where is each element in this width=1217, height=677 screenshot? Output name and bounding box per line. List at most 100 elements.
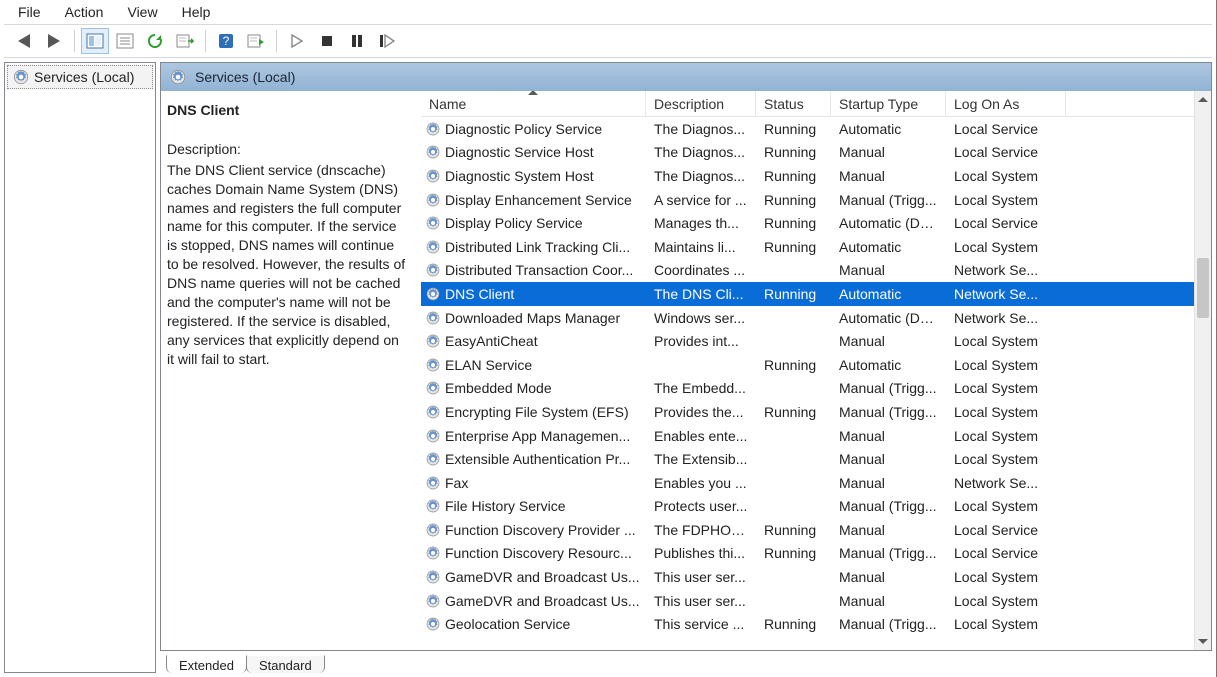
start-service-button[interactable] — [283, 28, 311, 54]
service-logon: Local Service — [946, 522, 1066, 538]
gear-icon — [425, 404, 441, 420]
service-row[interactable]: Distributed Link Tracking Cli...Maintain… — [421, 235, 1194, 259]
service-row[interactable]: Geolocation ServiceThis service ...Runni… — [421, 612, 1194, 636]
service-startup: Manual (Trigg... — [831, 545, 946, 561]
service-row[interactable]: GameDVR and Broadcast Us...This user ser… — [421, 589, 1194, 613]
service-startup: Manual — [831, 451, 946, 467]
service-row[interactable]: Diagnostic System HostThe Diagnos...Runn… — [421, 164, 1194, 188]
column-header-label: Name — [429, 96, 466, 112]
pause-icon — [351, 34, 363, 48]
export-list-button[interactable] — [171, 28, 199, 54]
services-list[interactable]: Name Description Status Startup Type Log… — [421, 91, 1194, 650]
help-icon: ? — [218, 33, 234, 49]
column-header-log-on-as[interactable]: Log On As — [946, 91, 1066, 116]
service-row[interactable]: File History ServiceProtects user...Manu… — [421, 495, 1194, 519]
tree-node-services-local[interactable]: Services (Local) — [7, 65, 153, 89]
service-row[interactable]: DNS ClientThe DNS Cli...RunningAutomatic… — [421, 282, 1194, 306]
panel-icon — [86, 33, 104, 49]
service-row[interactable]: GameDVR and Broadcast Us...This user ser… — [421, 565, 1194, 589]
service-name: Display Policy Service — [445, 215, 583, 231]
service-row[interactable]: Extensible Authentication Pr...The Exten… — [421, 447, 1194, 471]
service-startup: Manual — [831, 569, 946, 585]
gear-icon — [425, 545, 441, 561]
tree-node-label: Services (Local) — [34, 69, 134, 85]
gear-icon — [425, 428, 441, 444]
tab-extended[interactable]: Extended — [166, 655, 247, 673]
service-name: Diagnostic Service Host — [445, 144, 594, 160]
service-logon: Local System — [946, 168, 1066, 184]
service-row[interactable]: Distributed Transaction Coor...Coordinat… — [421, 259, 1194, 283]
service-row[interactable]: Display Policy ServiceManages th...Runni… — [421, 211, 1194, 235]
description-text: The DNS Client service (dnscache) caches… — [167, 161, 409, 369]
pause-service-button[interactable] — [343, 28, 371, 54]
service-description: Windows ser... — [646, 310, 756, 326]
stop-service-button[interactable] — [313, 28, 341, 54]
service-row[interactable]: Downloaded Maps ManagerWindows ser...Aut… — [421, 306, 1194, 330]
service-row[interactable]: Embedded ModeThe Embedd...Manual (Trigg.… — [421, 377, 1194, 401]
service-startup: Manual — [831, 262, 946, 278]
service-status: Running — [756, 286, 831, 302]
refresh-button[interactable] — [141, 28, 169, 54]
service-row[interactable]: Enterprise App Managemen...Enables ente.… — [421, 424, 1194, 448]
service-startup: Manual (Trigg... — [831, 404, 946, 420]
gear-icon — [425, 239, 441, 255]
service-name: GameDVR and Broadcast Us... — [445, 593, 640, 609]
restart-service-button[interactable] — [373, 28, 401, 54]
service-status: Running — [756, 616, 831, 632]
menu-help[interactable]: Help — [170, 2, 223, 22]
scroll-down-button[interactable] — [1195, 633, 1212, 650]
service-row[interactable]: Display Enhancement ServiceA service for… — [421, 188, 1194, 212]
menu-file[interactable]: File — [6, 2, 53, 22]
service-name: Display Enhancement Service — [445, 192, 632, 208]
details-pane-title: Services (Local) — [195, 67, 295, 87]
service-startup: Manual — [831, 522, 946, 538]
service-row[interactable]: Function Discovery Provider ...The FDPHO… — [421, 518, 1194, 542]
nav-back-button[interactable] — [10, 28, 38, 54]
service-logon: Local System — [946, 239, 1066, 255]
service-description: Coordinates ... — [646, 262, 756, 278]
nav-forward-button[interactable] — [40, 28, 68, 54]
column-header-name[interactable]: Name — [421, 91, 646, 116]
service-row[interactable]: Diagnostic Policy ServiceThe Diagnos...R… — [421, 117, 1194, 141]
column-headers: Name Description Status Startup Type Log… — [421, 91, 1194, 117]
refresh-icon — [147, 33, 163, 49]
service-startup: Manual (Trigg... — [831, 498, 946, 514]
service-detail-panel: DNS Client Description: The DNS Client s… — [161, 91, 421, 650]
service-description: Protects user... — [646, 498, 756, 514]
gear-icon — [169, 68, 187, 86]
service-logon: Local System — [946, 569, 1066, 585]
arrow-right-icon — [48, 34, 60, 48]
vertical-scrollbar[interactable] — [1194, 91, 1211, 650]
connect-button[interactable] — [242, 28, 270, 54]
service-row[interactable]: Encrypting File System (EFS)Provides the… — [421, 400, 1194, 424]
help-button[interactable]: ? — [212, 28, 240, 54]
tab-standard[interactable]: Standard — [246, 655, 325, 673]
menu-action[interactable]: Action — [53, 2, 116, 22]
scroll-track[interactable] — [1195, 108, 1211, 633]
service-row[interactable]: Diagnostic Service HostThe Diagnos...Run… — [421, 141, 1194, 165]
column-header-startup-type[interactable]: Startup Type — [831, 91, 946, 116]
service-name: Diagnostic Policy Service — [445, 121, 602, 137]
column-header-description[interactable]: Description — [646, 91, 756, 116]
scroll-up-button[interactable] — [1195, 91, 1212, 108]
service-startup: Manual — [831, 593, 946, 609]
service-name: Enterprise App Managemen... — [445, 428, 630, 444]
properties-card-button[interactable] — [111, 28, 139, 54]
service-name: Geolocation Service — [445, 616, 570, 632]
service-row[interactable]: EasyAntiCheatProvides int...ManualLocal … — [421, 329, 1194, 353]
scroll-thumb[interactable] — [1197, 258, 1209, 318]
console-tree[interactable]: Services (Local) — [4, 62, 156, 673]
column-header-status[interactable]: Status — [756, 91, 831, 116]
menu-view[interactable]: View — [115, 2, 169, 22]
service-row[interactable]: ELAN ServiceRunningAutomaticLocal System — [421, 353, 1194, 377]
service-row[interactable]: Function Discovery Resourc...Publishes t… — [421, 542, 1194, 566]
show-hide-tree-button[interactable] — [81, 28, 109, 54]
service-description: Provides the... — [646, 404, 756, 420]
service-logon: Local System — [946, 333, 1066, 349]
service-logon: Local System — [946, 380, 1066, 396]
service-row[interactable]: FaxEnables you ...ManualNetwork Se... — [421, 471, 1194, 495]
play-icon — [291, 34, 303, 48]
service-logon: Network Se... — [946, 286, 1066, 302]
toolbar: ? — [4, 24, 1212, 58]
service-description: The Diagnos... — [646, 144, 756, 160]
